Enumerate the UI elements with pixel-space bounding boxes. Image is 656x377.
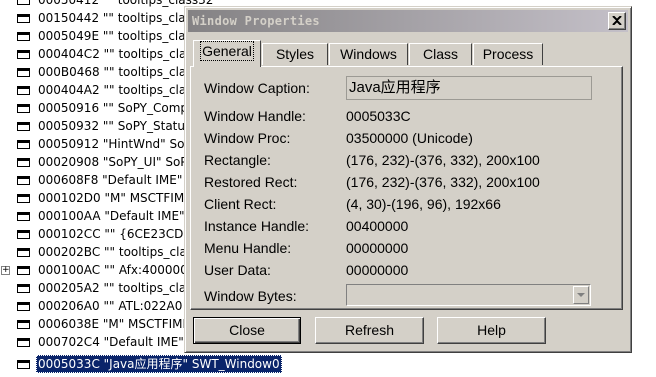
menu-handle-label: Menu Handle:: [204, 240, 292, 256]
window-icon: [17, 0, 30, 5]
tree-row-text: 000100AC "" Afx:40000000: [38, 263, 204, 277]
dialog-titlebar[interactable]: Window Properties: [188, 10, 628, 32]
window-proc-label: Window Proc:: [204, 130, 291, 146]
window-icon: [17, 194, 30, 203]
window-bytes-dropdown[interactable]: [346, 284, 591, 306]
dropdown-arrow-button[interactable]: [573, 286, 589, 304]
window-icon: [17, 14, 30, 23]
close-x-button[interactable]: [608, 12, 626, 30]
window-icon: [17, 248, 30, 257]
window-icon: [17, 86, 30, 95]
window-icon: [17, 104, 30, 113]
window-icon: [17, 302, 30, 311]
window-icon: [17, 32, 30, 41]
window-caption-label: Window Caption:: [204, 80, 310, 96]
window-icon: [17, 68, 30, 77]
restored-rect-label: Restored Rect:: [204, 174, 298, 190]
window-icon: [17, 122, 30, 131]
rectangle-value: (176, 232)-(376, 332), 200x100: [346, 152, 540, 168]
window-properties-dialog: Window Properties General Styles Windows…: [184, 6, 632, 353]
dialog-title: Window Properties: [192, 14, 320, 28]
rectangle-label: Rectangle:: [204, 152, 271, 168]
tab-styles[interactable]: Styles: [262, 43, 328, 65]
user-data-label: User Data:: [204, 262, 271, 278]
help-button[interactable]: Help: [437, 317, 546, 344]
chevron-down-icon: [577, 293, 585, 297]
client-rect-label: Client Rect:: [204, 196, 277, 212]
window-handle-value: 0005033C: [346, 108, 411, 124]
window-icon: [17, 50, 30, 59]
tree-row-text: 00050932 "" SoPY_Status: [38, 119, 192, 133]
tab-label: Windows: [340, 46, 397, 62]
expand-plus-icon[interactable]: +: [1, 266, 10, 275]
tree-row-text: 0006038E "M" MSCTFIME UI: [38, 317, 207, 331]
instance-handle-value: 00400000: [346, 218, 409, 234]
tab-general[interactable]: General: [193, 40, 261, 67]
window-caption-field[interactable]: Java应用程序: [346, 76, 592, 100]
refresh-button[interactable]: Refresh: [315, 317, 424, 344]
tab-label: Process: [482, 46, 534, 62]
tree-row-text: 000206A0 "" ATL:022A0: [38, 299, 183, 313]
window-icon: [17, 360, 30, 369]
window-icon: [17, 176, 30, 185]
window-icon: [17, 284, 30, 293]
tab-class[interactable]: Class: [409, 43, 472, 65]
menu-handle-value: 00000000: [346, 240, 409, 256]
window-icon: [17, 230, 30, 239]
screen: 00050412 "" tooltips_class32 00150442 ""…: [0, 0, 656, 377]
close-icon: [612, 16, 622, 25]
general-tab-panel: Window Caption: Java应用程序 Window Handle: …: [190, 66, 623, 310]
window-icon: [17, 140, 30, 149]
tab-label: Class: [422, 46, 458, 62]
tab-label: Styles: [275, 46, 315, 62]
tab-windows[interactable]: Windows: [329, 43, 408, 65]
close-button[interactable]: Close: [193, 317, 301, 344]
window-proc-value: 03500000 (Unicode): [346, 130, 473, 146]
window-icon: [17, 266, 30, 275]
window-icon: [17, 338, 30, 347]
tab-process[interactable]: Process: [473, 43, 543, 65]
window-icon: [17, 158, 30, 167]
client-rect-value: (4, 30)-(196, 96), 192x66: [346, 196, 501, 212]
restored-rect-value: (176, 232)-(376, 332), 200x100: [346, 174, 540, 190]
window-icon: [17, 212, 30, 221]
tree-row-selected[interactable]: 0005033C "Java应用程序" SWT_Window0: [0, 355, 360, 373]
tree-row-text: 0005033C "Java应用程序" SWT_Window0: [36, 355, 282, 373]
tree-row-text: 000102CC "" {6CE23CD3}: [38, 227, 199, 241]
window-handle-label: Window Handle:: [204, 108, 306, 124]
window-icon: [17, 320, 30, 329]
tree-row-text: 00050916 "" SoPY_Comp: [38, 101, 189, 115]
user-data-value: 00000000: [346, 262, 409, 278]
instance-handle-label: Instance Handle:: [204, 218, 310, 234]
tab-label: General: [200, 41, 254, 61]
window-bytes-label: Window Bytes:: [204, 288, 297, 304]
